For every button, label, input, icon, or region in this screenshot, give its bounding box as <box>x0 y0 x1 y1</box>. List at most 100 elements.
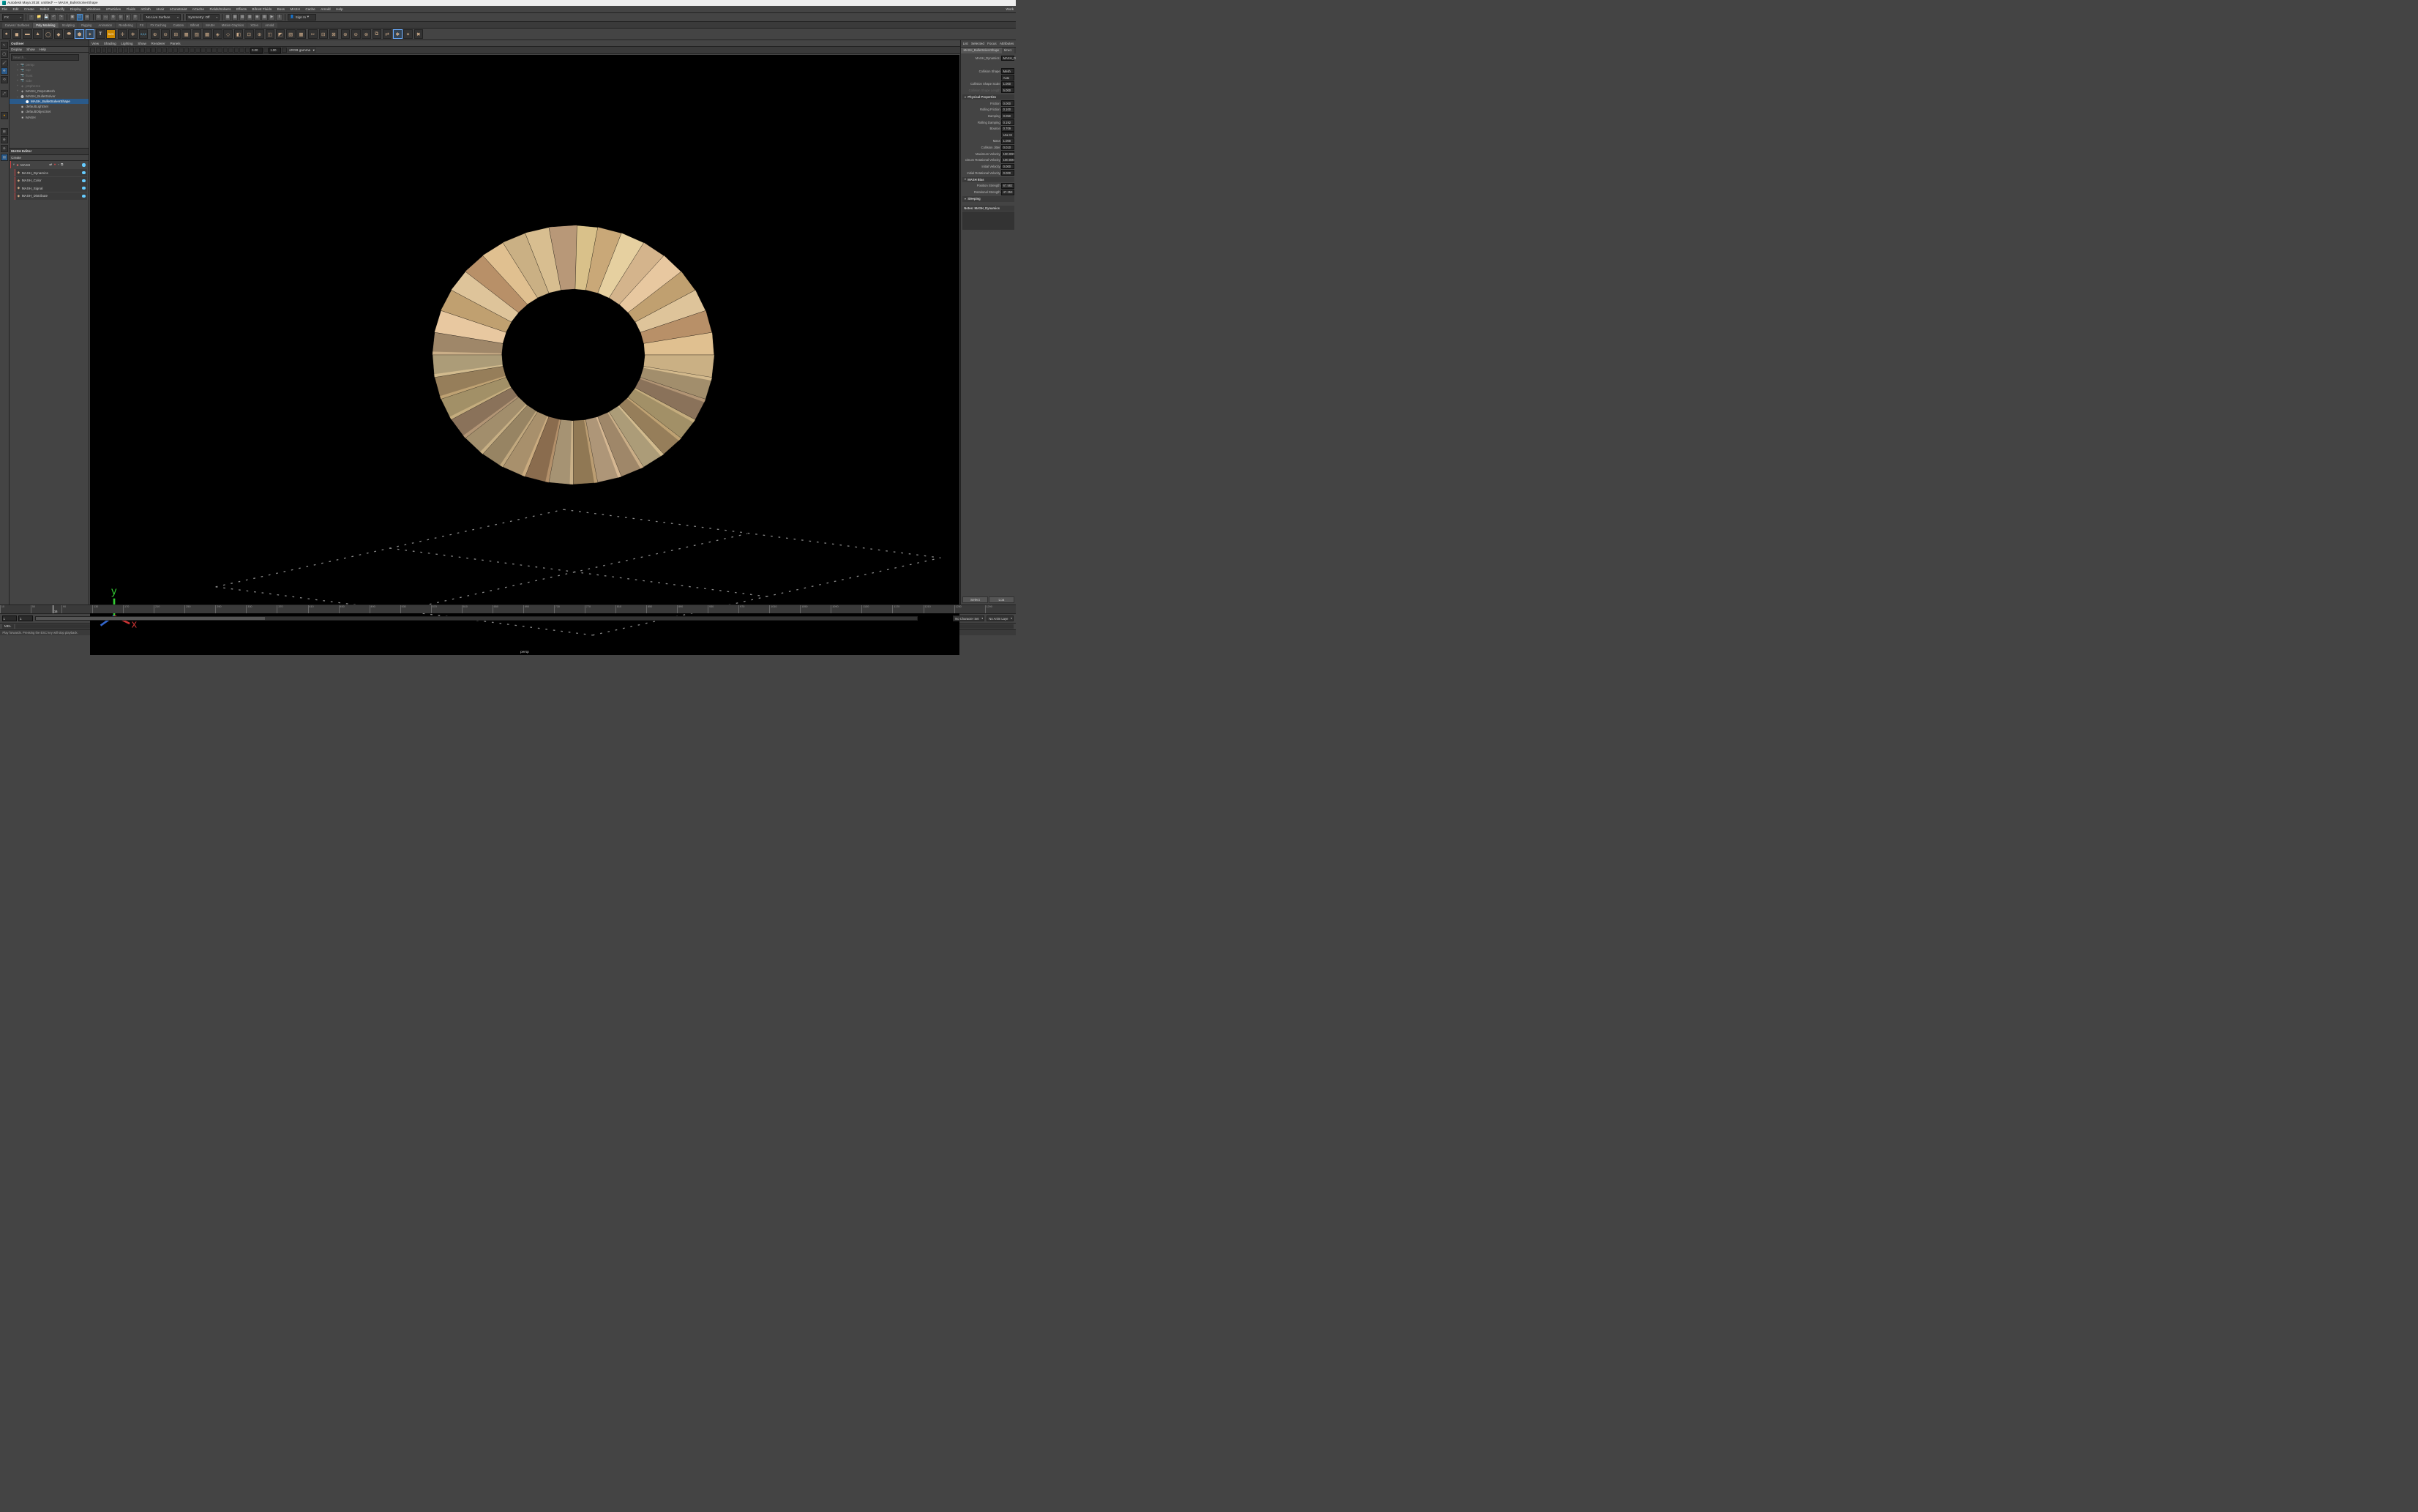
attr-value-field[interactable]: 0.050 <box>1001 113 1014 119</box>
snap-toggle-icon[interactable]: ⟳ <box>132 14 138 20</box>
attr-value-field[interactable]: 0.100 <box>1001 107 1014 113</box>
bool-union-icon[interactable]: ⊕ <box>341 29 351 39</box>
render-settings-icon[interactable]: ▦ <box>247 14 252 20</box>
lasso-tool-icon[interactable]: ◯ <box>1 50 8 58</box>
shelf-tab-mash[interactable]: MASH <box>203 23 217 28</box>
snap-point-icon[interactable]: ⊚ <box>110 14 116 20</box>
quadrangulate-icon[interactable]: ▦ <box>296 29 306 39</box>
attr-value-field[interactable]: 47.253 <box>1001 190 1014 195</box>
hypershade-icon[interactable]: ▦ <box>261 14 267 20</box>
vp-icon[interactable] <box>263 48 269 53</box>
poly-svg-icon[interactable]: SVG <box>106 29 116 39</box>
new-scene-icon[interactable]: ▫ <box>29 14 34 20</box>
time-slider[interactable]: 16 1050901301702102502903303704104504905… <box>0 605 1016 614</box>
mash-node-row[interactable]: ◆MASH_Color <box>15 177 87 184</box>
shelf-tab-animation[interactable]: Animation <box>95 23 115 28</box>
signin-button[interactable]: 👤 Sign In ▾ <box>288 14 316 20</box>
bridge-icon[interactable]: ▦ <box>181 29 191 39</box>
menu-file[interactable]: File <box>2 7 7 11</box>
poly-torus-icon[interactable]: ◯ <box>44 29 53 39</box>
select-mode-icon[interactable]: ▣ <box>70 14 75 20</box>
menu-bifrost-fluids[interactable]: Bifrost Fluids <box>252 7 272 11</box>
target-weld-icon[interactable]: ◈ <box>213 29 222 39</box>
menu-arnold[interactable]: Arnold <box>321 7 330 11</box>
vp-icon[interactable] <box>217 48 222 53</box>
attr-tab-attributes[interactable]: Attributes <box>1000 42 1014 45</box>
mash-create-menu[interactable]: Create <box>11 156 21 160</box>
vp-icon[interactable] <box>113 48 118 53</box>
ipr-icon[interactable]: ▦ <box>239 14 245 20</box>
shelf-tab-arnold[interactable]: Arnold <box>262 23 277 28</box>
layout-icon[interactable]: ⊞ <box>1 128 8 135</box>
attr-value-field[interactable]: 0.010 <box>1001 145 1014 151</box>
colorspace-dropdown[interactable]: sRGB gamma▾ <box>288 48 316 53</box>
vp-icon[interactable] <box>157 48 162 53</box>
freeze-icon[interactable]: ❄ <box>128 29 138 39</box>
menu-fields[interactable]: Fields/Solvers <box>209 7 231 11</box>
mash-rec-icon[interactable]: ● <box>54 162 56 167</box>
outliner-item[interactable]: ◉defaultObjectSet <box>10 109 89 114</box>
mash-node-row[interactable]: ◆MASH_Distribute <box>15 192 87 200</box>
move-tool-icon[interactable]: ✥ <box>1 67 8 75</box>
poly-plane-icon[interactable]: ◆ <box>54 29 64 39</box>
outliner-menu-display[interactable]: Display <box>11 48 22 51</box>
attr-value-field[interactable]: 1.000 <box>1001 138 1014 144</box>
vp-icon[interactable] <box>135 48 140 53</box>
vp-menu-lighting[interactable]: Lighting <box>121 42 132 45</box>
vp-icon[interactable] <box>228 48 233 53</box>
outliner-menu-help[interactable]: Help <box>40 48 46 51</box>
mash-link-icon[interactable]: ⧉ <box>61 162 63 167</box>
select-components-icon[interactable]: ⊞ <box>84 14 90 20</box>
shelf-tab-rendering[interactable]: Rendering <box>116 23 136 28</box>
attr-value-field[interactable]: 67.582 <box>1001 183 1014 189</box>
character-set-dropdown[interactable]: No Character Set <box>953 615 985 622</box>
script-language[interactable]: MEL <box>2 624 14 629</box>
symmetry-dropdown[interactable]: Symmetry: Off <box>186 14 220 20</box>
attr-value-field[interactable]: 0.000 <box>1001 100 1014 106</box>
attr-value-field[interactable]: 100.000 <box>1001 157 1014 163</box>
menu-nhair[interactable]: nHair <box>156 7 164 11</box>
bool-intersect-icon[interactable]: ⊗ <box>362 29 371 39</box>
vp-icon[interactable] <box>245 48 250 53</box>
snap-grid-icon[interactable]: ⊙ <box>95 14 101 20</box>
vp-icon[interactable] <box>173 48 179 53</box>
cleanup-icon[interactable]: ✱ <box>393 29 403 39</box>
vp-icon[interactable] <box>129 48 134 53</box>
render-frame-icon[interactable]: ▦ <box>232 14 238 20</box>
menu-select[interactable]: Select <box>40 7 49 11</box>
logo-a-icon[interactable]: ● <box>1 112 8 119</box>
merge-icon[interactable]: ▩ <box>203 29 212 39</box>
snap-curve-icon[interactable]: 〰 <box>102 14 108 20</box>
poly-cone-icon[interactable]: ▲ <box>33 29 42 39</box>
menu-display[interactable]: Display <box>70 7 81 11</box>
vp-menu-shading[interactable]: Shading <box>104 42 116 45</box>
poly-disc-icon[interactable]: ⬬ <box>64 29 74 39</box>
vp-icon[interactable] <box>282 48 287 53</box>
outliner-item[interactable]: ◉defaultLightSet <box>10 104 89 109</box>
snap-live-icon[interactable]: ◐ <box>125 14 131 20</box>
menu-effects[interactable]: Effects <box>236 7 247 11</box>
menu-create[interactable]: Create <box>24 7 34 11</box>
sculpt-icon[interactable]: ✦ <box>403 29 413 39</box>
load-button[interactable]: Loa <box>989 596 1014 604</box>
outliner-item[interactable]: ■MASH <box>10 114 89 119</box>
vp-icon[interactable] <box>102 48 107 53</box>
redo-icon[interactable]: ↷ <box>58 14 64 20</box>
menu-help[interactable]: Help <box>336 7 343 11</box>
shelf-tab-rigging[interactable]: Rigging <box>78 23 95 28</box>
attr-value-field[interactable]: 0.192 <box>1001 119 1014 125</box>
outliner-tree[interactable]: +📷persp+📷top+📷front+📷side+◈pSphere1+◈MAS… <box>10 61 89 148</box>
vp-icon[interactable] <box>195 48 201 53</box>
reduce-icon[interactable]: ◩ <box>276 29 285 39</box>
module-dropdown[interactable]: FX <box>2 14 23 20</box>
shelf-tab-curves[interactable]: Curves / Surfaces <box>2 23 33 28</box>
menu-nconstraint[interactable]: nConstraint <box>170 7 187 11</box>
center-pivot-icon[interactable]: 0,0,0 <box>139 29 149 39</box>
scale-tool-icon[interactable]: ⤢ <box>1 90 8 97</box>
mash-node-row[interactable]: ◆MASH_Dynamics <box>15 169 87 176</box>
section-mashbias[interactable]: MASH Bias <box>962 177 1014 183</box>
shelf-tab-fxcaching[interactable]: FX Caching <box>147 23 169 28</box>
attr-value-field[interactable]: 5.000 <box>1001 87 1014 93</box>
vp-icon[interactable] <box>140 48 145 53</box>
attr-value-field[interactable]: Auto <box>1001 75 1014 81</box>
